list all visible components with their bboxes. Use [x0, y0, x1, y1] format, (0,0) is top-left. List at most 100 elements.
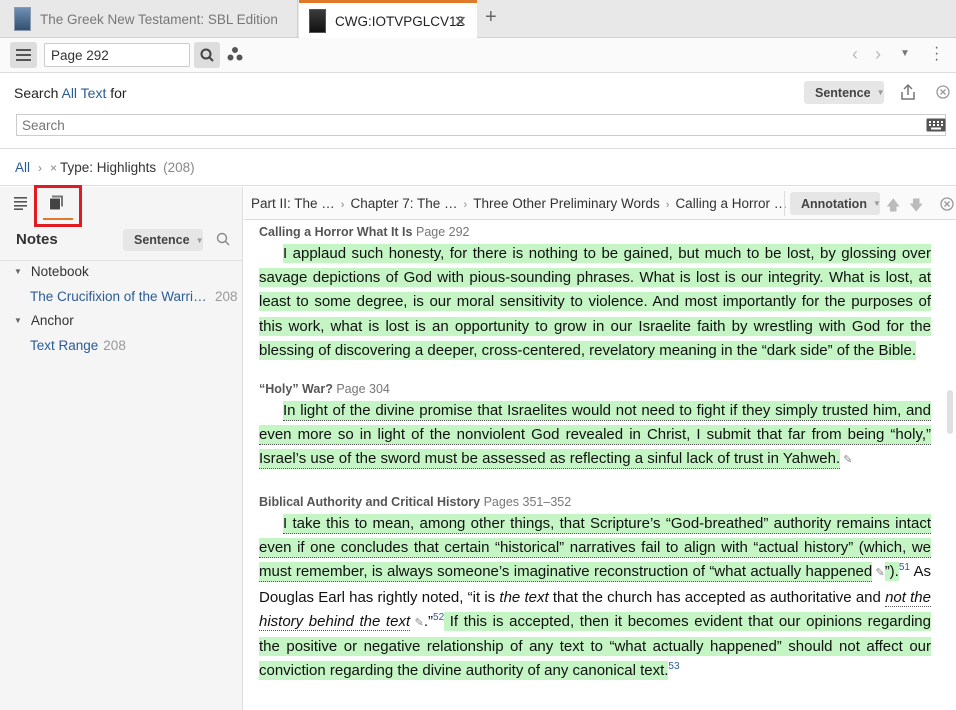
highlighted-text[interactable]: ”).: [884, 562, 899, 582]
chevron-right-icon: ›: [340, 199, 345, 211]
search-icon[interactable]: [216, 232, 230, 249]
highlight-entry[interactable]: Calling a Horror What It Is Page 292 I a…: [259, 225, 931, 363]
more-options-icon[interactable]: · · ·: [934, 40, 939, 68]
tree-count: 208: [215, 289, 238, 304]
footnote-ref[interactable]: 53: [668, 661, 679, 672]
toolbar: ‹ › ▼ ···: [0, 38, 956, 73]
chevron-down-icon: ▼: [195, 235, 204, 245]
search-input[interactable]: [16, 114, 946, 136]
entry-page[interactable]: Page 304: [336, 382, 390, 396]
divider: [0, 260, 242, 261]
book-cover-icon: [309, 9, 326, 33]
highlighted-text[interactable]: In light of the divine promise that Isra…: [259, 401, 931, 470]
entry-title[interactable]: “Holy” War?: [259, 382, 333, 396]
breadcrumb-section[interactable]: Three Other Preliminary Words: [473, 196, 660, 211]
note-pencil-icon[interactable]: ✎: [872, 567, 884, 579]
breadcrumb-part[interactable]: Part II: The …: [251, 196, 335, 211]
tree-group-notebook[interactable]: ▼ Notebook: [14, 264, 89, 279]
tree-label: Notebook: [30, 264, 89, 279]
entry-text: I applaud such honesty, for there is not…: [259, 242, 931, 363]
entry-heading: Calling a Horror What It Is Page 292: [259, 225, 931, 239]
body-text-italic: the text: [499, 588, 549, 606]
hamburger-icon: [16, 49, 31, 61]
highlighted-text[interactable]: I take this to mean, among other things,…: [259, 514, 931, 583]
close-tab-icon[interactable]: ✕: [454, 12, 467, 32]
highlights-list: Calling a Horror What It Is Page 292 I a…: [244, 221, 956, 710]
panel-menu-button[interactable]: [10, 42, 37, 68]
note-pencil-icon[interactable]: ✎: [410, 617, 424, 629]
search-mode-dropdown[interactable]: Sentence ▼: [804, 81, 885, 104]
tree-label: The Crucifixion of the Warrior God: [30, 289, 210, 304]
chevron-down-icon: ▼: [876, 88, 885, 97]
chevron-right-icon: ›: [463, 199, 468, 211]
entry-page[interactable]: Page 292: [416, 225, 470, 239]
footnote-ref[interactable]: 51: [899, 562, 910, 573]
results-header: Part II: The … › Chapter 7: The … › Three Ot…: [244, 187, 956, 220]
search-prefix: Search: [14, 85, 59, 101]
tab-title: The Greek New Testament: SBL Edition: [40, 11, 278, 27]
annotation-dropdown[interactable]: Annotation ▼: [790, 192, 881, 215]
export-icon[interactable]: [899, 83, 917, 104]
tab-title: CWG:IOTVPGLCV12: [335, 13, 465, 29]
new-tab-button[interactable]: +: [485, 6, 497, 29]
notes-mode-dropdown[interactable]: Sentence ▼: [123, 229, 204, 251]
chevron-right-icon: ›: [665, 199, 670, 211]
entry-heading: Biblical Authority and Critical History …: [259, 495, 931, 509]
notes-mode-label: Sentence: [134, 233, 190, 247]
entry-title[interactable]: Biblical Authority and Critical History: [259, 495, 480, 509]
keyboard-icon[interactable]: [926, 118, 946, 135]
tree-label: Anchor: [30, 313, 74, 328]
next-result-icon[interactable]: 🡇: [909, 195, 923, 219]
forward-icon[interactable]: ›: [875, 44, 881, 65]
footnote-ref[interactable]: 52: [433, 612, 444, 623]
previous-result-icon[interactable]: 🡅: [886, 195, 900, 219]
expand-triangle-icon[interactable]: ▼: [14, 267, 22, 276]
entry-title[interactable]: Calling a Horror What It Is: [259, 225, 413, 239]
expand-triangle-icon[interactable]: ▼: [14, 316, 22, 325]
scrollbar[interactable]: [947, 390, 953, 434]
panel-share-icon[interactable]: [227, 46, 243, 65]
divider: [784, 191, 785, 216]
tree-item-text-range[interactable]: Text Range 208: [30, 338, 126, 353]
filter-count: (208): [163, 160, 195, 175]
chevron-down-icon: ▼: [872, 199, 881, 208]
remove-filter-icon[interactable]: ×: [50, 161, 57, 175]
tab-cwg[interactable]: CWG:IOTVPGLCV12 ✕: [299, 0, 477, 39]
close-icon[interactable]: [936, 85, 950, 102]
highlight-entry[interactable]: “Holy” War? Page 304 In light of the div…: [259, 382, 931, 473]
entry-page[interactable]: Pages 351–352: [484, 495, 572, 509]
tree-count: 208: [103, 338, 126, 353]
close-icon[interactable]: [940, 197, 954, 214]
book-cover-icon: [14, 7, 31, 31]
tab-greek-new-testament[interactable]: The Greek New Testament: SBL Edition: [0, 0, 298, 38]
entry-heading: “Holy” War? Page 304: [259, 382, 931, 396]
highlighted-text[interactable]: I applaud such honesty, for there is not…: [259, 244, 931, 360]
filter-type-label: Type: Highlights: [60, 160, 157, 175]
breadcrumb-chapter[interactable]: Chapter 7: The …: [350, 196, 457, 211]
chevron-right-icon: ›: [38, 160, 43, 175]
page-reference-input[interactable]: [44, 43, 190, 67]
tree-label: Text Range: [30, 338, 99, 353]
tab-bar: The Greek New Testament: SBL Edition CWG…: [0, 0, 956, 39]
breadcrumb: Part II: The … › Chapter 7: The … › Three Ot…: [251, 196, 787, 211]
search-scope-link[interactable]: All Text: [61, 85, 106, 101]
note-pencil-icon[interactable]: ✎: [840, 454, 852, 466]
filter-all-link[interactable]: All: [15, 160, 30, 175]
annotation-mode-label: Annotation: [801, 196, 867, 211]
notes-sidebar: Notes Sentence ▼ ▼ Notebook The Crucifixio…: [0, 185, 243, 710]
history-dropdown-icon[interactable]: ▼: [900, 48, 910, 59]
back-icon[interactable]: ‹: [852, 44, 858, 65]
tree-group-anchor[interactable]: ▼ Anchor: [14, 313, 74, 328]
tree-item-notebook-entry[interactable]: The Crucifixion of the Warrior God 208: [30, 289, 238, 304]
go-button[interactable]: [194, 42, 220, 68]
body-text: that the church has accepted as authorit…: [548, 588, 886, 606]
notes-title: Notes: [16, 231, 58, 248]
breadcrumb-subsection[interactable]: Calling a Horror …: [675, 196, 787, 211]
search-icon: [200, 48, 214, 62]
search-panel: Search All Text for Sentence ▼: [0, 74, 956, 149]
highlight-entry[interactable]: Biblical Authority and Critical History …: [259, 495, 931, 683]
outline-view-icon[interactable]: [14, 197, 27, 213]
filter-breadcrumb: All › × Type: Highlights (208): [0, 150, 956, 186]
body-text: .”: [423, 612, 434, 630]
search-scope-label: Search All Text for: [14, 85, 127, 101]
